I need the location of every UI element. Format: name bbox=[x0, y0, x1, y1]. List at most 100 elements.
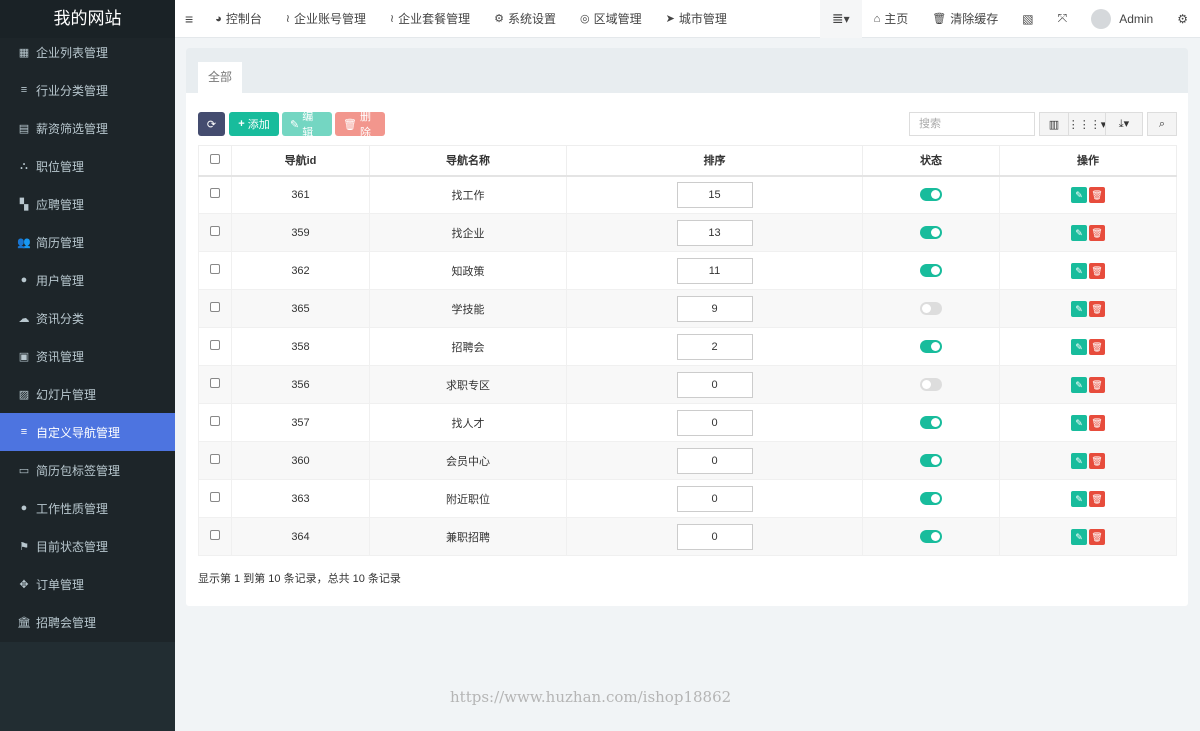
search-input[interactable]: 搜索 bbox=[909, 112, 1035, 136]
sidebar-item[interactable]: ● 用户管理 bbox=[0, 261, 175, 299]
sidebar-item[interactable]: ≡ 行业分类管理 bbox=[0, 71, 175, 109]
search-button[interactable]: ⌕ bbox=[1147, 112, 1177, 136]
select-all-cell[interactable] bbox=[198, 145, 232, 177]
select-cell[interactable] bbox=[198, 175, 232, 214]
sort-input[interactable]: 13 bbox=[676, 219, 753, 246]
sidebar-item[interactable]: ≡ 自定义导航管理 bbox=[0, 413, 175, 451]
sidebar-item[interactable]: ▨ 幻灯片管理 bbox=[0, 375, 175, 413]
row-checkbox[interactable] bbox=[210, 530, 220, 540]
column-header[interactable]: 状态 bbox=[862, 145, 1000, 177]
select-cell[interactable] bbox=[198, 441, 232, 480]
column-header[interactable]: 排序 bbox=[566, 145, 863, 177]
sort-input[interactable]: 0 bbox=[676, 409, 753, 436]
sidebar-item[interactable]: ☁ 资讯分类 bbox=[0, 299, 175, 337]
row-checkbox[interactable] bbox=[210, 226, 220, 236]
sidebar-item[interactable]: ▣ 资讯管理 bbox=[0, 337, 175, 375]
edit-row-button[interactable]: ✎ bbox=[1071, 338, 1087, 355]
row-checkbox[interactable] bbox=[210, 378, 220, 388]
column-header[interactable]: 导航id bbox=[231, 145, 370, 177]
sidebar-item[interactable]: ▚ 应聘管理 bbox=[0, 185, 175, 223]
sort-input[interactable]: 0 bbox=[676, 523, 753, 550]
select-cell[interactable] bbox=[198, 479, 232, 518]
select-cell[interactable] bbox=[198, 517, 232, 556]
export-dropdown-button[interactable]: ⤓▾ bbox=[1105, 112, 1143, 136]
status-toggle[interactable] bbox=[920, 492, 942, 505]
sort-input[interactable]: 0 bbox=[676, 447, 753, 474]
row-checkbox[interactable] bbox=[210, 264, 220, 274]
settings-button[interactable]: ⚙ bbox=[1165, 0, 1200, 38]
columns-dropdown-button[interactable]: ⋮⋮⋮▾ bbox=[1068, 112, 1106, 136]
edit-row-button[interactable]: ✎ bbox=[1071, 452, 1087, 469]
clear-cache-button[interactable]: 🗑 清除缓存 bbox=[920, 0, 1010, 38]
edit-row-button[interactable]: ✎ bbox=[1071, 300, 1087, 317]
delete-row-button[interactable]: 🗑 bbox=[1089, 452, 1105, 469]
select-cell[interactable] bbox=[198, 289, 232, 328]
user-menu[interactable]: Admin bbox=[1079, 0, 1165, 38]
status-toggle[interactable] bbox=[920, 378, 942, 391]
sort-input[interactable]: 15 bbox=[676, 181, 753, 208]
sort-input[interactable]: 9 bbox=[676, 295, 753, 322]
row-checkbox[interactable] bbox=[210, 492, 220, 502]
delete-row-button[interactable]: 🗑 bbox=[1089, 414, 1105, 431]
row-checkbox[interactable] bbox=[210, 416, 220, 426]
sidebar-item[interactable]: ▭ 简历包标签管理 bbox=[0, 451, 175, 489]
top-nav-item[interactable]: ≀ 企业套餐管理 bbox=[378, 0, 482, 38]
delete-button[interactable]: 🗑 删除 bbox=[335, 111, 385, 139]
top-nav-item[interactable]: ➤ 城市管理 bbox=[654, 0, 739, 38]
column-header[interactable]: 导航名称 bbox=[369, 145, 567, 177]
top-nav-item[interactable]: ◎ 区域管理 bbox=[568, 0, 654, 38]
select-cell[interactable] bbox=[198, 365, 232, 404]
fullscreen-button[interactable]: ⤧ bbox=[1046, 0, 1080, 38]
home-link[interactable]: ⌂ 主页 bbox=[862, 0, 921, 38]
delete-row-button[interactable]: 🗑 bbox=[1089, 376, 1105, 393]
select-all-checkbox[interactable] bbox=[210, 153, 220, 164]
sort-input[interactable]: 11 bbox=[676, 257, 753, 284]
edit-button[interactable]: ✎ 编辑 bbox=[282, 111, 332, 139]
delete-row-button[interactable]: 🗑 bbox=[1089, 262, 1105, 279]
select-cell[interactable] bbox=[198, 327, 232, 366]
delete-row-button[interactable]: 🗑 bbox=[1089, 186, 1105, 203]
delete-row-button[interactable]: 🗑 bbox=[1089, 224, 1105, 241]
edit-row-button[interactable]: ✎ bbox=[1071, 224, 1087, 241]
sidebar-item[interactable]: ▤ 薪资筛选管理 bbox=[0, 109, 175, 147]
edit-row-button[interactable]: ✎ bbox=[1071, 186, 1087, 203]
sidebar-item[interactable]: 🏛 招聘会管理 bbox=[0, 603, 175, 641]
status-toggle[interactable] bbox=[920, 530, 942, 543]
edit-row-button[interactable]: ✎ bbox=[1071, 414, 1087, 431]
row-checkbox[interactable] bbox=[210, 188, 220, 199]
tab-all[interactable]: 全部 bbox=[198, 62, 242, 93]
sidebar-item[interactable]: ✥ 订单管理 bbox=[0, 565, 175, 603]
sort-input[interactable]: 0 bbox=[676, 371, 753, 398]
sidebar-item[interactable]: ⚑ 目前状态管理 bbox=[0, 527, 175, 565]
status-toggle[interactable] bbox=[920, 264, 942, 277]
status-toggle[interactable] bbox=[920, 340, 942, 353]
row-checkbox[interactable] bbox=[210, 340, 220, 350]
top-nav-item[interactable]: ≀ 企业账号管理 bbox=[274, 0, 378, 38]
row-checkbox[interactable] bbox=[210, 454, 220, 464]
sidebar-toggle-button[interactable]: ≡ bbox=[175, 0, 203, 38]
select-cell[interactable] bbox=[198, 251, 232, 290]
status-toggle[interactable] bbox=[920, 454, 942, 467]
select-cell[interactable] bbox=[198, 213, 232, 252]
edit-row-button[interactable]: ✎ bbox=[1071, 376, 1087, 393]
sidebar-item[interactable]: ⛬ 职位管理 bbox=[0, 147, 175, 185]
sidebar-item[interactable]: ▦ 企业列表管理 bbox=[0, 33, 175, 71]
language-button[interactable]: ▧ bbox=[1010, 0, 1045, 38]
menu-dropdown-button[interactable]: ≣ ▾ bbox=[819, 0, 862, 38]
sidebar-item[interactable]: ● 工作性质管理 bbox=[0, 489, 175, 527]
sidebar-item[interactable]: 👥 简历管理 bbox=[0, 223, 175, 261]
status-toggle[interactable] bbox=[920, 226, 942, 239]
add-button[interactable]: + 添加 bbox=[229, 112, 279, 136]
delete-row-button[interactable]: 🗑 bbox=[1089, 528, 1105, 545]
edit-row-button[interactable]: ✎ bbox=[1071, 262, 1087, 279]
sort-input[interactable]: 0 bbox=[676, 485, 753, 512]
edit-row-button[interactable]: ✎ bbox=[1071, 528, 1087, 545]
top-nav-item[interactable]: ⚙ 系统设置 bbox=[482, 0, 568, 38]
status-toggle[interactable] bbox=[920, 302, 942, 315]
delete-row-button[interactable]: 🗑 bbox=[1089, 338, 1105, 355]
delete-row-button[interactable]: 🗑 bbox=[1089, 300, 1105, 317]
status-toggle[interactable] bbox=[920, 416, 942, 429]
row-checkbox[interactable] bbox=[210, 302, 220, 312]
status-toggle[interactable] bbox=[920, 188, 942, 202]
edit-row-button[interactable]: ✎ bbox=[1071, 490, 1087, 507]
